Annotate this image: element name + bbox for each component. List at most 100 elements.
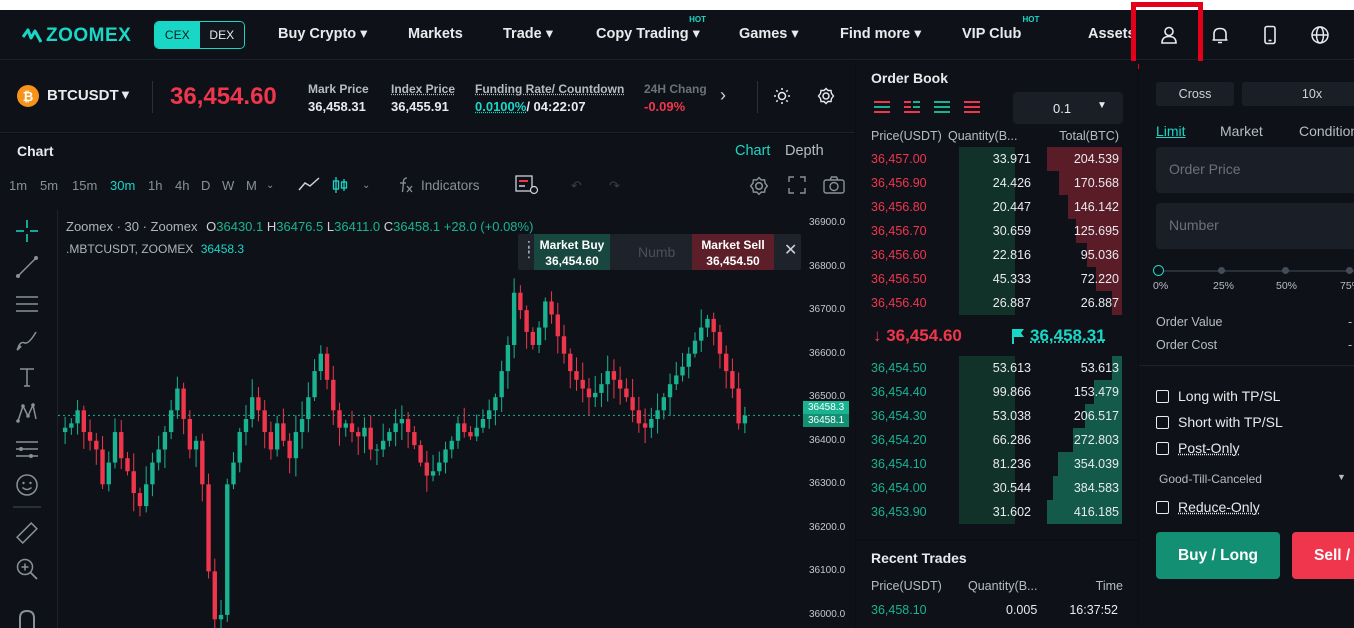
chart-settings-icon[interactable] bbox=[749, 176, 769, 199]
book-split-icon[interactable] bbox=[903, 100, 921, 117]
measure-lines-icon[interactable] bbox=[14, 436, 40, 462]
bell-icon[interactable] bbox=[1208, 23, 1232, 47]
order-price-input[interactable]: Order Price bbox=[1156, 147, 1354, 193]
slider-stop[interactable] bbox=[1218, 267, 1225, 274]
nav-markets[interactable]: Markets bbox=[408, 26, 463, 42]
buy-long-button[interactable]: Buy / Long bbox=[1156, 532, 1280, 579]
orderbook-row[interactable]: 36,456.70 30.659 125.695 bbox=[856, 219, 1138, 243]
book-bids-icon[interactable] bbox=[933, 100, 951, 117]
tf-1m[interactable]: 1m bbox=[9, 178, 27, 193]
tf-more-icon[interactable]: ⌄ bbox=[266, 180, 274, 191]
template-icon[interactable] bbox=[515, 175, 539, 198]
close-icon[interactable]: ✕ bbox=[784, 240, 797, 260]
globe-icon[interactable] bbox=[1308, 23, 1332, 47]
orderbook-row[interactable]: 36,454.20 66.286 272.803 bbox=[856, 428, 1138, 452]
nav-buy-crypto[interactable]: Buy Crypto ▾ bbox=[278, 26, 367, 42]
margin-mode-button[interactable]: Cross bbox=[1156, 82, 1234, 106]
chart-plot-area[interactable] bbox=[57, 210, 803, 628]
checkbox-box[interactable] bbox=[1156, 416, 1169, 429]
nav-assets[interactable]: Assets bbox=[1088, 26, 1136, 42]
orderbook-row[interactable]: 36,456.40 26.887 26.887 bbox=[856, 291, 1138, 315]
brush-icon[interactable] bbox=[14, 327, 40, 353]
caret-down-icon[interactable]: ▼ bbox=[1337, 472, 1346, 482]
tab-market[interactable]: Market bbox=[1220, 123, 1263, 139]
orderbook-row[interactable]: 36,454.40 99.866 153.479 bbox=[856, 380, 1138, 404]
slider-stop[interactable] bbox=[1282, 267, 1289, 274]
slider-handle[interactable] bbox=[1153, 265, 1164, 276]
orderbook-row[interactable]: 36,456.50 45.333 72.220 bbox=[856, 267, 1138, 291]
nav-trade[interactable]: Trade ▾ bbox=[503, 26, 553, 42]
candle-icon[interactable] bbox=[332, 176, 348, 197]
orderbook-row[interactable]: 36,453.90 31.602 416.185 bbox=[856, 500, 1138, 524]
text-tool-icon[interactable] bbox=[14, 364, 40, 390]
magnet-icon[interactable] bbox=[14, 606, 40, 628]
book-mark-price[interactable]: 36,458.31 bbox=[1030, 326, 1106, 346]
funding-label[interactable]: Funding Rate/ Countdown bbox=[475, 82, 624, 96]
nav-copy-trading[interactable]: Copy Trading ▾ HOT bbox=[596, 26, 700, 42]
orderbook-row[interactable]: 36,456.90 24.426 170.568 bbox=[856, 171, 1138, 195]
slider-stop[interactable] bbox=[1346, 267, 1353, 274]
checkbox-box[interactable] bbox=[1156, 390, 1169, 403]
ruler-icon[interactable] bbox=[14, 520, 40, 546]
fullscreen-icon[interactable] bbox=[788, 176, 806, 197]
sun-icon[interactable] bbox=[773, 87, 791, 108]
tf-w[interactable]: W bbox=[222, 178, 234, 193]
camera-icon[interactable] bbox=[823, 176, 845, 197]
tab-depth[interactable]: Depth bbox=[785, 143, 824, 159]
amount-slider[interactable] bbox=[1158, 270, 1354, 272]
indicators-button[interactable]: Indicators bbox=[421, 178, 480, 193]
tab-limit[interactable]: Limit bbox=[1156, 123, 1186, 139]
nav-games[interactable]: Games ▾ bbox=[739, 26, 799, 42]
number-input[interactable]: Number bbox=[1156, 203, 1354, 249]
orderbook-row[interactable]: 36,456.60 22.816 95.036 bbox=[856, 243, 1138, 267]
nav-vip-club[interactable]: VIP Club HOT bbox=[962, 26, 1021, 42]
book-both-icon[interactable] bbox=[873, 100, 891, 117]
leverage-button[interactable]: 10x bbox=[1242, 82, 1354, 106]
logo[interactable]: ZOOMEX bbox=[22, 25, 131, 47]
pattern-icon[interactable] bbox=[14, 400, 40, 426]
sell-short-button[interactable]: Sell / Short bbox=[1292, 532, 1354, 579]
undo-icon[interactable]: ↶ bbox=[571, 178, 582, 194]
tf-1h[interactable]: 1h bbox=[148, 178, 162, 193]
reduce-only-checkbox[interactable]: Reduce-Only bbox=[1156, 499, 1260, 515]
tf-m[interactable]: M bbox=[246, 178, 257, 193]
orderbook-row[interactable]: 36,457.00 33.971 204.539 bbox=[856, 147, 1138, 171]
trend-line-icon[interactable] bbox=[14, 254, 40, 280]
tick-size-select[interactable]: 0.1 ▼ bbox=[1013, 92, 1123, 124]
horizontal-lines-icon[interactable] bbox=[14, 291, 40, 317]
long-tpsl-checkbox[interactable]: Long with TP/SL bbox=[1156, 388, 1280, 404]
orderbook-row[interactable]: 36,454.50 53.613 53.613 bbox=[856, 356, 1138, 380]
checkbox-box[interactable] bbox=[1156, 501, 1169, 514]
orderbook-row[interactable]: 36,454.30 53.038 206.517 bbox=[856, 404, 1138, 428]
price-axis[interactable]: 36458.3 36458.1 36900.0 36800.0 36700.0 366… bbox=[803, 210, 855, 628]
chevron-right-icon[interactable]: › bbox=[720, 85, 726, 106]
cex-option[interactable]: CEX bbox=[155, 22, 200, 48]
fx-icon[interactable] bbox=[398, 176, 414, 197]
cex-dex-switch[interactable]: CEX DEX bbox=[154, 21, 245, 49]
quick-number-input[interactable]: Numb bbox=[638, 244, 675, 260]
emoji-icon[interactable] bbox=[14, 472, 40, 498]
symbol-name[interactable]: BTCUSDT bbox=[47, 87, 119, 104]
nav-find-more[interactable]: Find more ▾ bbox=[840, 26, 921, 42]
settings-icon[interactable] bbox=[817, 87, 835, 108]
tf-d[interactable]: D bbox=[201, 178, 210, 193]
line-chart-icon[interactable] bbox=[298, 176, 320, 195]
tab-chart[interactable]: Chart bbox=[735, 143, 770, 159]
funding-rate[interactable]: 0.0100% bbox=[475, 99, 526, 114]
tf-4h[interactable]: 4h bbox=[175, 178, 189, 193]
chart-type-more-icon[interactable]: ⌄ bbox=[362, 180, 370, 191]
tab-condition[interactable]: Condition bbox=[1299, 123, 1354, 139]
tf-15m[interactable]: 15m bbox=[72, 178, 97, 193]
mobile-icon[interactable] bbox=[1258, 23, 1282, 47]
tf-5m[interactable]: 5m bbox=[40, 178, 58, 193]
crosshair-icon[interactable] bbox=[14, 218, 40, 244]
time-in-force-select[interactable]: Good-Till-Canceled bbox=[1159, 472, 1262, 486]
short-tpsl-checkbox[interactable]: Short with TP/SL bbox=[1156, 414, 1283, 430]
orderbook-row[interactable]: 36,456.80 20.447 146.142 bbox=[856, 195, 1138, 219]
post-only-checkbox[interactable]: Post-Only bbox=[1156, 440, 1239, 456]
tf-30m[interactable]: 30m bbox=[110, 178, 135, 193]
zoom-in-icon[interactable] bbox=[14, 556, 40, 582]
orderbook-row[interactable]: 36,454.10 81.236 354.039 bbox=[856, 452, 1138, 476]
checkbox-box[interactable] bbox=[1156, 442, 1169, 455]
redo-icon[interactable]: ↷ bbox=[609, 178, 620, 194]
